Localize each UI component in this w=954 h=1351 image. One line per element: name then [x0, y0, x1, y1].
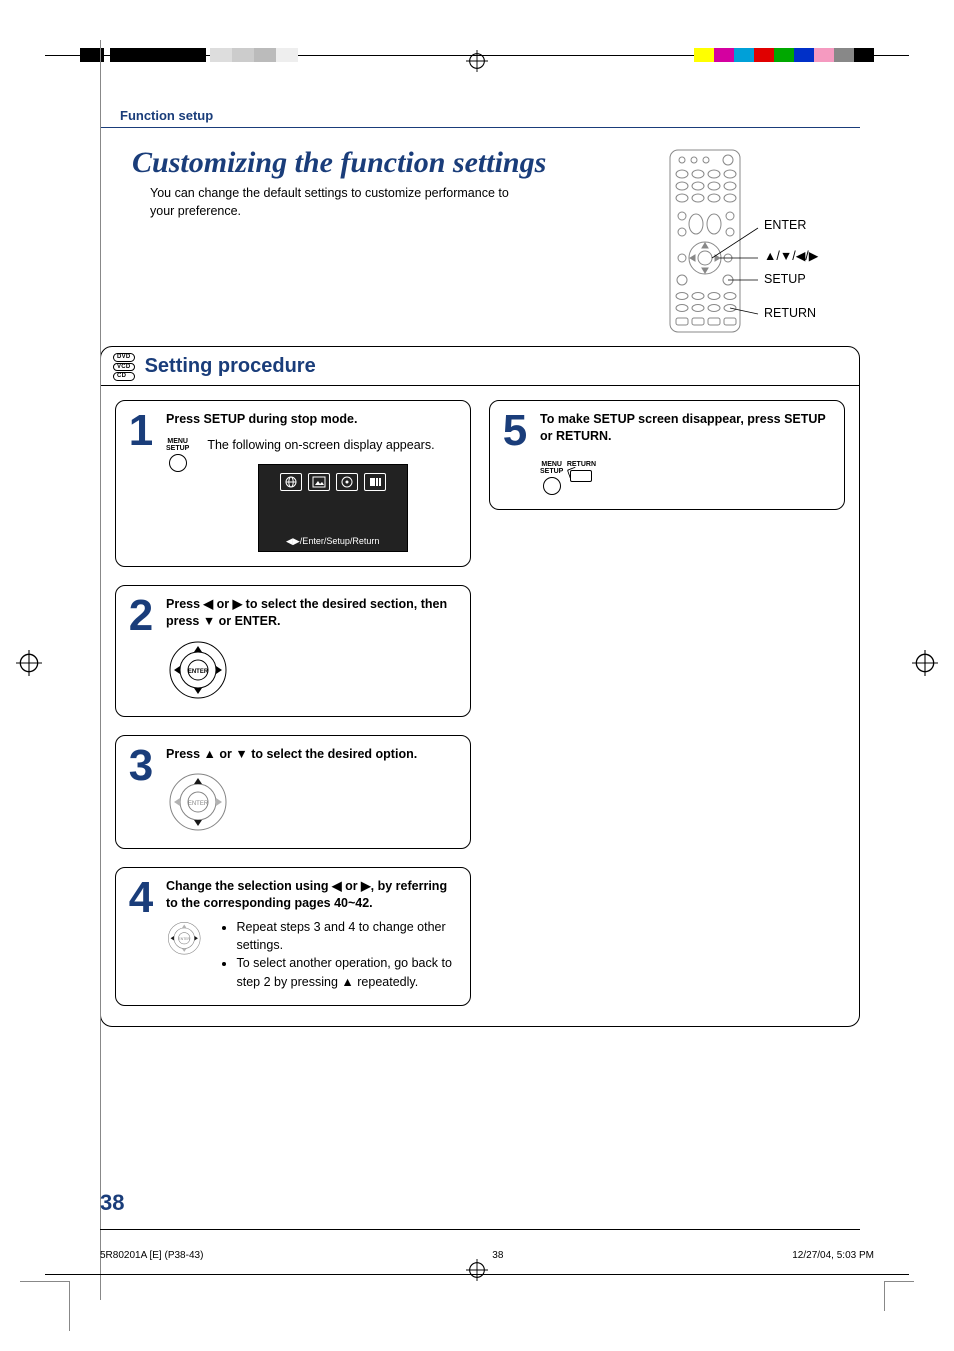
dpad-icon: ENTER [166, 920, 202, 984]
imprint-left: 5R80201A [E] (P38-43) [100, 1250, 203, 1261]
step-head: Press SETUP during stop mode. [166, 411, 458, 428]
register-mark-icon [466, 1259, 488, 1281]
osd-icons [280, 473, 386, 491]
svg-text:ENTER: ENTER [188, 669, 209, 675]
badge-vcd: VCD [113, 363, 135, 372]
svg-text:ENTER: ENTER [188, 801, 209, 807]
step-head: Press ◀ or ▶ to select the desired secti… [166, 596, 458, 630]
procedure-title: Setting procedure [145, 355, 316, 378]
register-mark-icon [466, 50, 488, 72]
label-setup: SETUP [166, 445, 189, 452]
procedure-box: DVD VCD CD Setting procedure 1 Press SET… [100, 346, 860, 1027]
title-row: Customizing the function settings You ca… [110, 146, 860, 336]
register-mark-icon [16, 650, 42, 676]
osd-screen: ◀▶/Enter/Setup/Return [258, 464, 408, 552]
dpad-icon: ENTER [166, 638, 230, 702]
subtitle: You can change the default settings to c… [150, 184, 510, 220]
callout-enter: ENTER [764, 218, 806, 232]
crop-corner-bl [20, 1281, 70, 1331]
page-title: Customizing the function settings [110, 146, 546, 180]
page-number: 38 [100, 1190, 124, 1216]
label-setup: SETUP [540, 468, 563, 475]
step-4: 4 Change the selection using ◀ or ▶, by … [115, 867, 471, 1005]
title-block: Customizing the function settings You ca… [110, 146, 648, 220]
step-number: 4 [126, 878, 156, 990]
page-num-rule [100, 1229, 860, 1230]
page-body: Function setup Customizing the function … [100, 100, 860, 1240]
callout-setup: SETUP [764, 272, 806, 286]
crop-blocks-left [80, 48, 206, 62]
crop-corner-br [884, 1281, 934, 1331]
step-head: To make SETUP screen disappear, press SE… [540, 411, 832, 445]
step-3: 3 Press ▲ or ▼ to select the desired opt… [115, 735, 471, 850]
callout-return: RETURN [764, 306, 816, 320]
imprint-right: 12/27/04, 5:03 PM [792, 1250, 874, 1261]
register-mark-icon [912, 650, 938, 676]
globe-icon [280, 473, 302, 491]
left-column: 1 Press SETUP during stop mode. MENU SET… [115, 400, 471, 1006]
label-menu: MENU [541, 461, 562, 468]
osd-footer-text: ◀▶/Enter/Setup/Return [286, 536, 379, 547]
dpad-icon: ENTER [166, 770, 230, 834]
right-column: 5 To make SETUP screen disappear, press … [489, 400, 845, 510]
disc-icon [336, 473, 358, 491]
procedure-header: DVD VCD CD Setting procedure [101, 347, 859, 386]
badge-cd: CD [113, 372, 135, 381]
color-blocks [694, 48, 874, 62]
note-item: To select another operation, go back to … [236, 954, 458, 990]
step-head: Change the selection using ◀ or ▶, by re… [166, 878, 458, 912]
step-notes: Repeat steps 3 and 4 to change other set… [220, 918, 458, 991]
step-2: 2 Press ◀ or ▶ to select the desired sec… [115, 585, 471, 717]
step-text: The following on-screen display appears. [207, 436, 458, 454]
label-return: RETURN [567, 461, 596, 468]
speaker-icon [364, 473, 386, 491]
remote-diagram: ENTER ▲/▼/◀/▶ SETUP RETURN [660, 146, 860, 336]
svg-text:ENTER: ENTER [178, 937, 190, 941]
imprint-center: 38 [492, 1250, 503, 1261]
step-1: 1 Press SETUP during stop mode. MENU SET… [115, 400, 471, 567]
step-number: 2 [126, 596, 156, 702]
picture-icon [308, 473, 330, 491]
gray-strip [210, 48, 298, 62]
callout-arrows: ▲/▼/◀/▶ [764, 248, 818, 263]
step-number: 3 [126, 746, 156, 835]
section-rule [100, 127, 860, 128]
return-button-icon: RETURN [567, 461, 596, 482]
step-number: 1 [126, 411, 156, 552]
step-5: 5 To make SETUP screen disappear, press … [489, 400, 845, 510]
menu-setup-button-icon: MENU SETUP [166, 438, 189, 472]
label-menu: MENU [167, 438, 188, 445]
badge-dvd: DVD [113, 353, 135, 362]
note-item: Repeat steps 3 and 4 to change other set… [236, 918, 458, 954]
menu-setup-button-icon: MENU SETUP [540, 461, 563, 495]
disc-badges: DVD VCD CD [113, 353, 135, 381]
spine-rule [100, 40, 101, 1300]
section-label: Function setup [120, 108, 860, 123]
step-head: Press ▲ or ▼ to select the desired optio… [166, 746, 458, 763]
step-number: 5 [500, 411, 530, 495]
